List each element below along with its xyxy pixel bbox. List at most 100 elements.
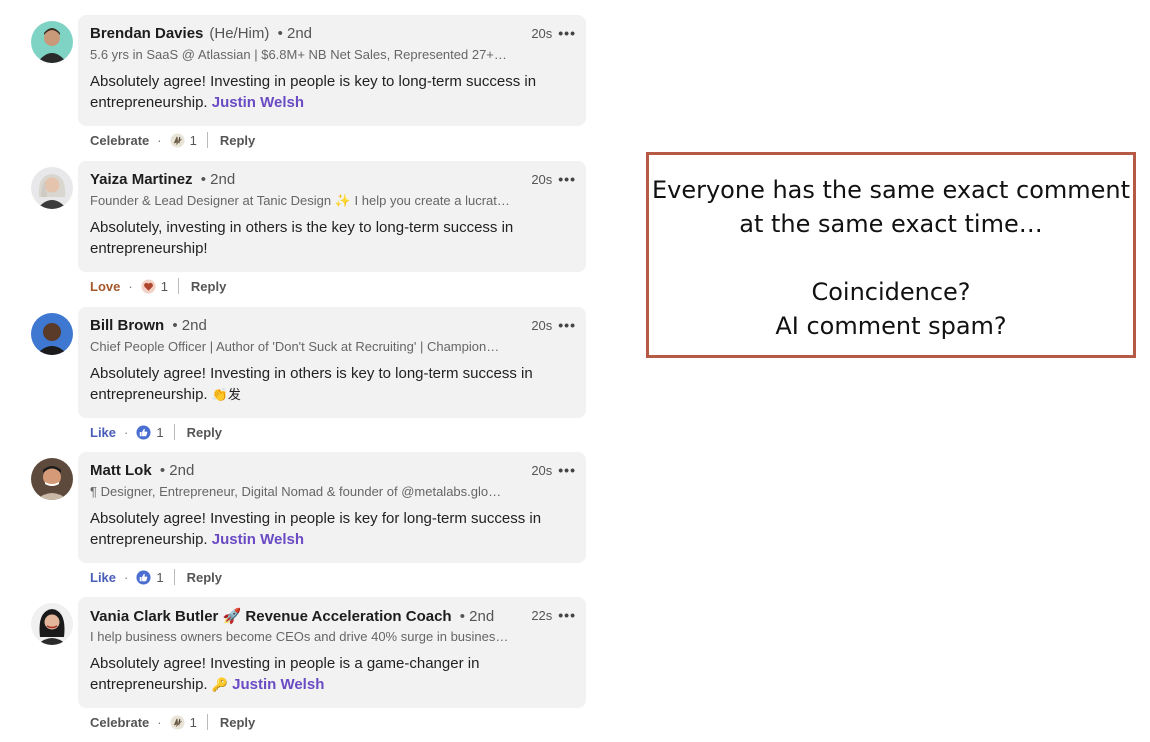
comment-actions: Celebrate · 1 Reply (90, 714, 255, 730)
mention-link[interactable]: Justin Welsh (212, 531, 304, 548)
comment-text: Absolutely agree! Investing in people is… (90, 71, 570, 113)
avatar[interactable] (31, 458, 73, 500)
heart-icon (141, 278, 156, 294)
reaction-count[interactable]: 1 (161, 279, 168, 294)
reply-button[interactable]: Reply (187, 570, 222, 585)
commenter-headline: I help business owners become CEOs and d… (90, 629, 509, 644)
comment-bubble: Matt Lok • 2nd 20s ••• ¶ Designer, Entre… (78, 452, 586, 563)
separator-dot: · (124, 424, 129, 440)
commenter-name[interactable]: Bill Brown (90, 317, 164, 334)
celebrate-icon (170, 132, 185, 148)
divider (173, 569, 175, 585)
comment-text: Absolutely agree! Investing in others is… (90, 363, 570, 405)
commenter-line: Brendan Davies (He/Him) • 2nd (90, 25, 506, 42)
comment-time: 20s ••• (531, 317, 576, 333)
callout-line-2: at the same exact time… (739, 210, 1043, 238)
commenter-line: Yaiza Martinez • 2nd (90, 171, 506, 188)
separator-dot: · (157, 714, 162, 730)
callout-line-1: Everyone has the same exact comment (651, 176, 1131, 204)
avatar[interactable] (31, 313, 73, 355)
more-options-icon[interactable]: ••• (558, 171, 576, 187)
comment-emoji: 👏发 (211, 387, 241, 402)
connection-degree: • 2nd (200, 171, 236, 188)
timestamp: 20s (531, 171, 553, 187)
comment-body: Absolutely agree! Investing in people is… (90, 510, 542, 548)
comment-bubble: Bill Brown • 2nd 20s ••• Chief People Of… (78, 307, 586, 418)
commenter-name[interactable]: Matt Lok (90, 462, 152, 479)
react-button[interactable]: Celebrate (90, 715, 149, 730)
timestamp: 20s (531, 317, 553, 333)
reaction-count[interactable]: 1 (190, 133, 197, 148)
reply-button[interactable]: Reply (191, 279, 226, 294)
commenter-name[interactable]: Vania Clark Butler 🚀 Revenue Acceleratio… (90, 608, 452, 625)
reply-button[interactable]: Reply (220, 715, 255, 730)
comment-actions: Like · 1 Reply (90, 569, 222, 585)
comment-bubble: Yaiza Martinez • 2nd 20s ••• Founder & L… (78, 161, 586, 272)
react-button[interactable]: Love (90, 279, 120, 294)
mention-link[interactable]: Justin Welsh (232, 676, 324, 693)
thumbs-up-icon (136, 424, 151, 440)
comment-bubble: Brendan Davies (He/Him) • 2nd 20s ••• 5.6… (78, 15, 586, 126)
connection-degree: • 2nd (459, 608, 495, 625)
divider (173, 424, 175, 440)
mention-link[interactable]: Justin Welsh (212, 94, 304, 111)
comment-list: Brendan Davies (He/Him) • 2nd 20s ••• 5.6… (0, 0, 600, 742)
separator-dot: · (128, 278, 133, 294)
timestamp: 22s (531, 607, 553, 623)
callout-line-4: AI comment spam? (775, 312, 1007, 340)
comment-text: Absolutely, investing in others is the k… (90, 217, 570, 259)
avatar[interactable] (31, 603, 73, 645)
connection-degree: • 2nd (277, 25, 313, 42)
comment-actions: Love · 1 Reply (90, 278, 226, 294)
react-button[interactable]: Like (90, 570, 116, 585)
comment-text: Absolutely agree! Investing in people is… (90, 508, 570, 550)
connection-degree: • 2nd (172, 317, 207, 334)
avatar[interactable] (31, 21, 73, 63)
comment-body: Absolutely agree! Investing in people is… (90, 73, 537, 111)
comment-time: 20s ••• (531, 171, 576, 187)
reaction-count[interactable]: 1 (190, 715, 197, 730)
comment-bubble: Vania Clark Butler 🚀 Revenue Acceleratio… (78, 597, 586, 708)
commenter-headline: Chief People Officer | Author of 'Don't … (90, 339, 500, 354)
commenter-line: Matt Lok • 2nd (90, 462, 506, 479)
reply-button[interactable]: Reply (220, 133, 255, 148)
commenter-headline: Founder & Lead Designer at Tanic Design … (90, 193, 510, 208)
divider (206, 132, 208, 148)
divider (206, 714, 208, 730)
timestamp: 20s (531, 25, 553, 41)
react-button[interactable]: Celebrate (90, 133, 149, 148)
comment-emoji: 🔑 (211, 677, 228, 692)
comment-body: Absolutely agree! Investing in others is… (90, 365, 533, 403)
commenter-name[interactable]: Brendan Davies (90, 25, 203, 42)
celebrate-icon (170, 714, 185, 730)
comment-time: 20s ••• (531, 25, 576, 41)
divider (177, 278, 179, 294)
reaction-count[interactable]: 1 (156, 570, 163, 585)
reaction-count[interactable]: 1 (156, 425, 163, 440)
commenter-line: Vania Clark Butler 🚀 Revenue Acceleratio… (90, 607, 506, 625)
more-options-icon[interactable]: ••• (558, 607, 576, 623)
reply-button[interactable]: Reply (187, 425, 222, 440)
comment-actions: Celebrate · 1 Reply (90, 132, 255, 148)
comment-text: Absolutely agree! Investing in people is… (90, 653, 570, 695)
comment-time: 22s ••• (531, 607, 576, 623)
comment-body: Absolutely, investing in others is the k… (90, 219, 514, 257)
timestamp: 20s (531, 462, 553, 478)
commenter-line: Bill Brown • 2nd (90, 317, 506, 334)
pronouns: (He/Him) (209, 25, 270, 42)
callout-line-3: Coincidence? (811, 278, 971, 306)
commenter-headline: ¶ Designer, Entrepreneur, Digital Nomad … (90, 484, 502, 499)
commenter-name[interactable]: Yaiza Martinez (90, 171, 193, 188)
avatar[interactable] (31, 167, 73, 209)
more-options-icon[interactable]: ••• (558, 462, 576, 478)
commenter-headline: 5.6 yrs in SaaS @ Atlassian | $6.8M+ NB … (90, 47, 507, 62)
comment-actions: Like · 1 Reply (90, 424, 222, 440)
thumbs-up-icon (136, 569, 151, 585)
more-options-icon[interactable]: ••• (558, 317, 576, 333)
more-options-icon[interactable]: ••• (558, 25, 576, 41)
separator-dot: · (157, 132, 162, 148)
annotation-callout: Everyone has the same exact comment at t… (646, 152, 1136, 358)
connection-degree: • 2nd (159, 462, 195, 479)
react-button[interactable]: Like (90, 425, 116, 440)
comment-time: 20s ••• (531, 462, 576, 478)
